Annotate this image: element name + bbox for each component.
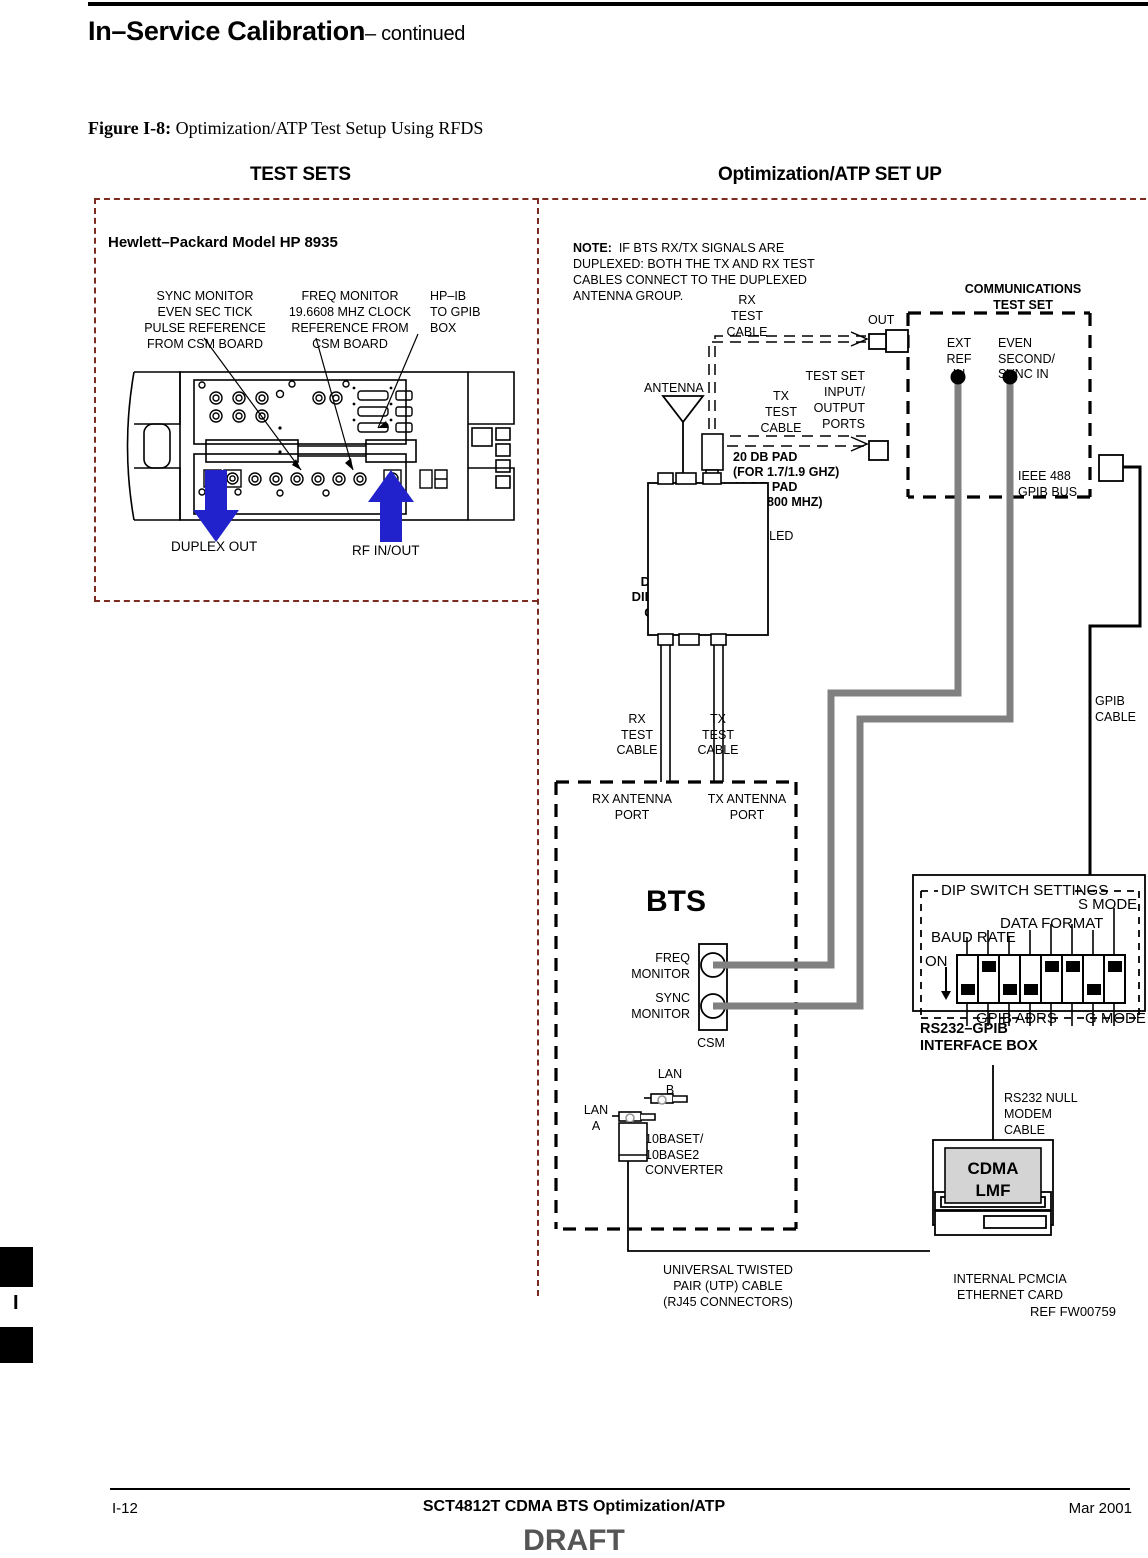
dip-switch-6[interactable] [1066, 961, 1080, 972]
rx-cable-arrowhead [850, 331, 869, 347]
utp-cable-path [627, 1161, 930, 1252]
dip-g-mode-label: G MODE [1085, 1010, 1146, 1027]
dip-baud-rate-label: BAUD RATE [931, 929, 1016, 946]
dip-switch-bank[interactable] [957, 955, 1125, 1003]
cdma-lmf-screen-label: CDMA LMF [967, 1159, 1019, 1200]
gpib-cable-path [1088, 465, 1142, 875]
tx-cable-arrowhead [850, 436, 869, 452]
footer-rule [110, 1488, 1130, 1490]
dip-switch-5[interactable] [1045, 961, 1059, 972]
dip-on-label: ON [925, 953, 948, 970]
margin-tab-lower [0, 1327, 33, 1363]
dip-s-mode-label: S MODE [1078, 896, 1138, 913]
dip-switch-3[interactable] [1003, 984, 1017, 995]
dip-switch-1[interactable] [961, 984, 975, 995]
even-second-sync-in-terminal [1002, 369, 1018, 385]
draft-watermark: DRAFT [523, 1524, 625, 1557]
page-root: In–Service Calibration– continued Figure… [0, 0, 1148, 1557]
dip-switch-2[interactable] [982, 961, 996, 972]
margin-tab-upper [0, 1247, 33, 1287]
footer-date: Mar 2001 [1068, 1500, 1132, 1517]
rs232-gpib-box-title: RS232–GPIB INTERFACE BOX [920, 1021, 1038, 1054]
dip-switch-4[interactable] [1024, 984, 1038, 995]
dip-switch-8[interactable] [1108, 961, 1122, 972]
dip-switch-7[interactable] [1087, 984, 1101, 995]
ext-ref-in-terminal [950, 369, 966, 385]
margin-tab-letter: I [13, 1292, 19, 1314]
